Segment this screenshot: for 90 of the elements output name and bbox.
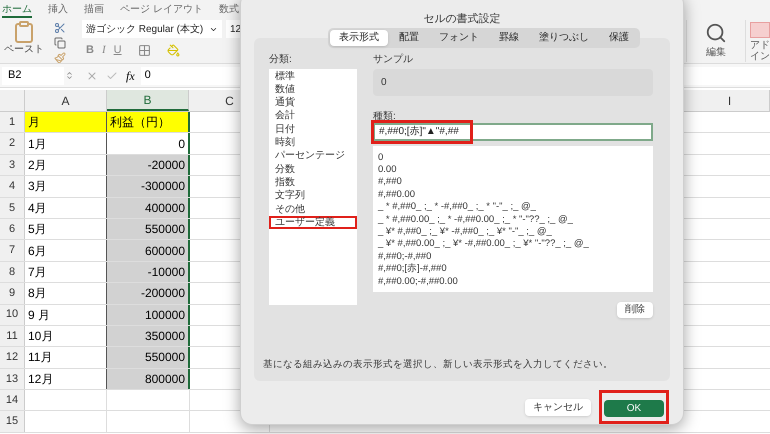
category-label: 分類: <box>269 52 293 67</box>
table-cell: 月 <box>25 112 107 132</box>
edit-label: 編集 <box>706 47 726 59</box>
category-item[interactable]: 標準 <box>269 70 357 83</box>
table-cell: 利益（円） <box>107 112 190 132</box>
category-item[interactable]: 指数 <box>269 176 357 190</box>
category-item[interactable]: 時刻 <box>269 136 357 150</box>
ok-button[interactable]: OK <box>604 400 664 417</box>
category-item[interactable]: 会計 <box>269 109 357 123</box>
category-item[interactable]: 通貨 <box>269 96 357 110</box>
table-cell: 4月 <box>25 198 107 218</box>
format-item[interactable]: #,##0.00;-#,##0.00 <box>378 276 648 288</box>
format-item[interactable]: #,##0;-#,##0 <box>378 250 648 264</box>
row-header: 1 <box>0 112 25 132</box>
format-item[interactable]: 0 <box>378 152 648 164</box>
addin-label: アドイン <box>750 40 770 62</box>
dialog-title: セルの書式設定 <box>424 12 500 28</box>
table-cell: -300000 <box>107 176 190 197</box>
category-item[interactable]: パーセンテージ <box>269 149 357 163</box>
search-icon[interactable] <box>705 22 727 44</box>
format-item[interactable]: _ ¥* #,##0.00_ ;_ ¥* -#,##0.00_ ;_ ¥* "-"??_ ;_ @_ <box>378 238 648 251</box>
hint-text: 基になる組み込みの表示形式を選択し、新しい表示形式を入力してください。 <box>263 358 614 372</box>
category-item[interactable]: ユーザー定義 <box>269 216 357 230</box>
borders-icon[interactable] <box>138 44 151 57</box>
row-header: 12 <box>0 347 25 368</box>
dialog-tab[interactable]: 塗りつぶし <box>530 30 598 46</box>
table-cell: 550000 <box>107 218 190 240</box>
dialog-tab[interactable]: 保護 <box>600 30 638 46</box>
table-cell: 350000 <box>107 326 190 346</box>
cut-icon[interactable] <box>54 22 66 34</box>
table-cell: -20000 <box>107 154 190 176</box>
type-field[interactable]: #,##0;[赤]"▲"#,## <box>373 122 653 141</box>
table-cell: 400000 <box>107 198 190 218</box>
format-item[interactable]: _ ¥* #,##0_ ;_ ¥* -#,##0_ ;_ ¥* "-"_ ;_ @_ <box>378 226 648 238</box>
ribbon-tab[interactable]: ページ レイアウト <box>120 2 203 18</box>
table-cell: 600000 <box>107 240 190 261</box>
row-header: 9 <box>0 283 25 304</box>
format-item[interactable]: #,##0 <box>378 176 648 189</box>
category-item[interactable]: その他 <box>269 202 357 216</box>
copy-icon[interactable] <box>54 37 66 49</box>
dialog-tab[interactable]: 罫線 <box>490 30 528 46</box>
paste-label: ペースト <box>4 44 44 56</box>
format-painter-icon[interactable] <box>54 52 66 63</box>
font-name-field[interactable]: 游ゴシック Regular (本文) <box>82 20 222 38</box>
cancel-icon[interactable] <box>86 70 98 82</box>
row-header: 11 <box>0 326 25 346</box>
row-header: 7 <box>0 240 25 261</box>
table-cell: -200000 <box>107 283 190 304</box>
format-item[interactable]: 0.00 <box>378 164 648 176</box>
sample-box: 0 <box>373 68 653 96</box>
category-item[interactable]: 数値 <box>269 82 357 96</box>
stepper-icon <box>65 71 74 80</box>
format-item[interactable]: _ * #,##0.00_ ;_ * -#,##0.00_ ;_ * "-"??_ ;_ @_ <box>378 214 648 226</box>
dialog-tab[interactable]: 配置 <box>390 30 428 46</box>
row-header: 8 <box>0 262 25 282</box>
category-item[interactable]: 分数 <box>269 162 357 176</box>
ribbon-tab[interactable]: 描画 <box>84 2 104 18</box>
table-cell: 800000 <box>107 368 190 390</box>
format-item[interactable]: #,##0.00 <box>378 188 648 202</box>
column-header[interactable]: I <box>690 90 770 111</box>
clipboard-icon[interactable] <box>12 20 36 44</box>
ribbon-tab[interactable]: 挿入 <box>48 2 68 18</box>
row-header: 14 <box>0 390 25 410</box>
table-cell: 100000 <box>107 304 190 325</box>
format-item[interactable]: _ * #,##0_ ;_ * -#,##0_ ;_ * "-"_ ;_ @_ <box>378 201 648 214</box>
cancel-button[interactable]: キャンセル <box>525 398 591 416</box>
row-header: 4 <box>0 176 25 197</box>
column-header[interactable]: B <box>107 90 189 111</box>
type-label: 種類: <box>373 110 397 123</box>
dialog-tab[interactable]: フォント <box>430 30 488 46</box>
sample-label: サンプル <box>373 52 414 67</box>
name-box[interactable]: B2 <box>2 66 64 84</box>
category-item[interactable]: 文字列 <box>269 189 357 202</box>
row-header: 15 <box>0 411 25 432</box>
enter-icon[interactable] <box>106 70 118 82</box>
category-item[interactable]: 日付 <box>269 122 357 136</box>
row-header: 5 <box>0 198 25 218</box>
format-item[interactable]: #,##0;[赤]-#,##0 <box>378 263 648 276</box>
row-header: 3 <box>0 154 25 176</box>
row-header: 13 <box>0 368 25 390</box>
fill-color-icon[interactable] <box>166 44 180 57</box>
row-header: 6 <box>0 218 25 240</box>
row-header: 10 <box>0 304 25 325</box>
dialog-tab[interactable]: 表示形式 <box>330 30 388 46</box>
table-cell: -10000 <box>107 262 190 282</box>
row-header: 2 <box>0 133 25 154</box>
table-cell: 550000 <box>107 347 190 368</box>
function-button[interactable]: fx <box>126 66 135 84</box>
ribbon-tab[interactable]: 数式 <box>218 2 239 18</box>
delete-button[interactable]: 削除 <box>617 302 653 318</box>
